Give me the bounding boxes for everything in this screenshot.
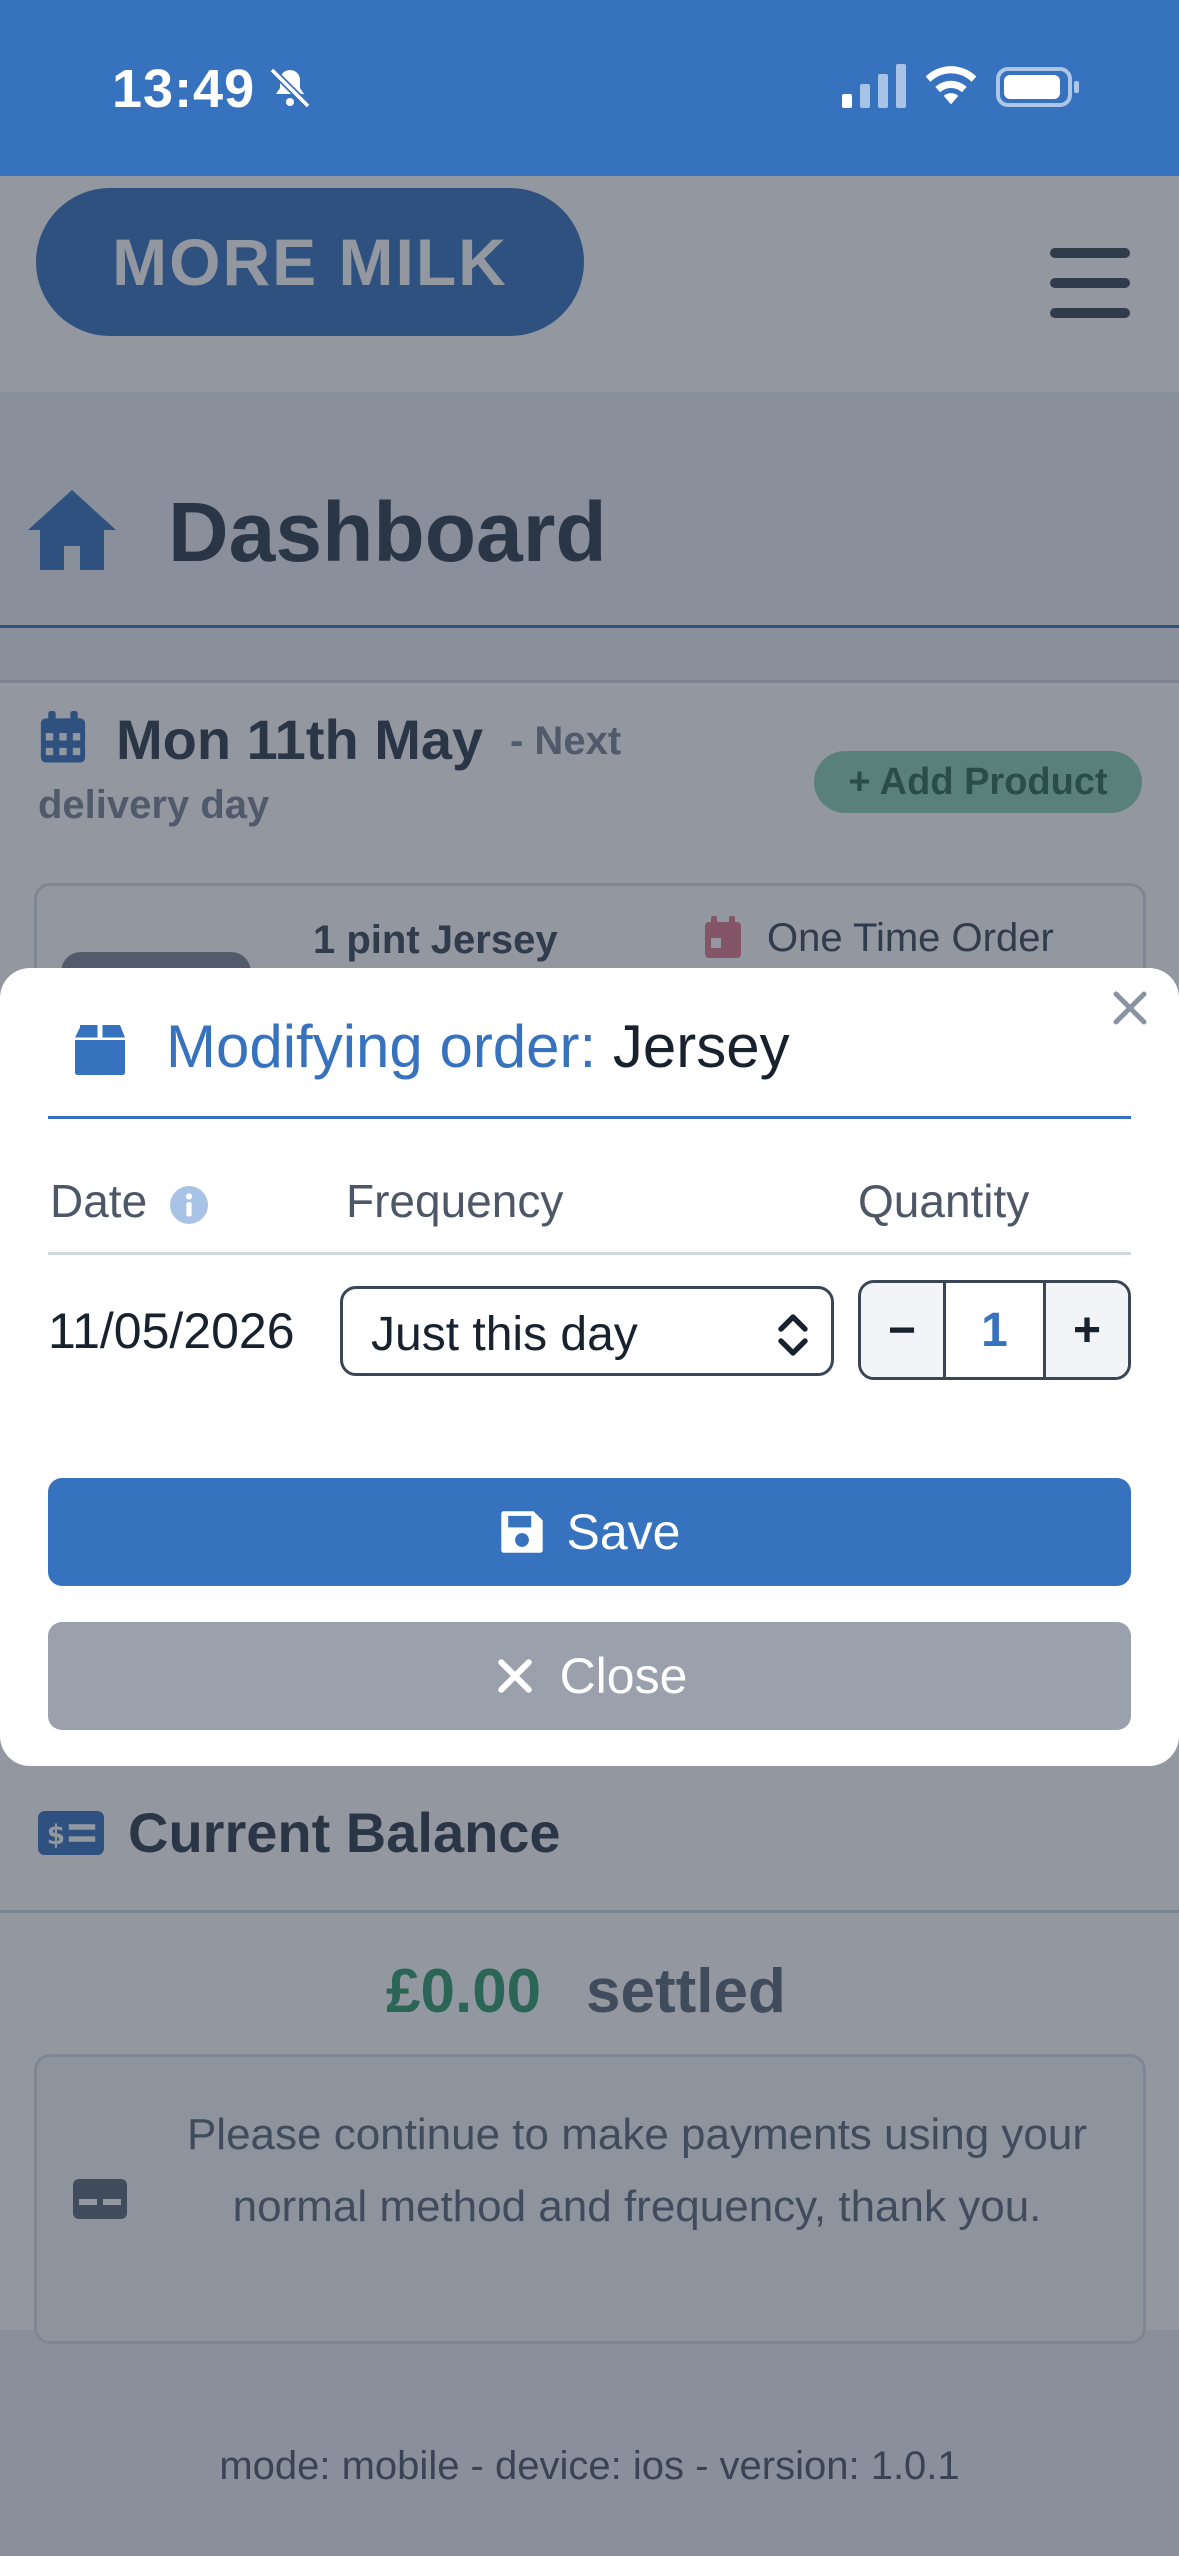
modal-title-label: Modifying order: xyxy=(166,1013,597,1080)
battery-icon xyxy=(996,67,1079,107)
decrement-button[interactable]: − xyxy=(861,1283,943,1377)
increment-button[interactable]: + xyxy=(1046,1283,1128,1377)
box-icon xyxy=(75,1025,125,1075)
status-time: 13:49 xyxy=(112,59,256,119)
divider xyxy=(48,1252,1131,1255)
info-icon[interactable] xyxy=(170,1186,208,1224)
modal-title: Modifying order: Jersey xyxy=(166,1012,790,1081)
bell-slash-icon xyxy=(269,67,311,109)
quantity-stepper: − 1 + xyxy=(858,1280,1131,1380)
quantity-value[interactable]: 1 xyxy=(943,1283,1046,1377)
modify-order-modal: Modifying order: Jersey Date Frequency Q… xyxy=(0,968,1179,1766)
close-icon[interactable] xyxy=(1110,988,1150,1028)
divider xyxy=(48,1116,1131,1119)
close-button[interactable]: Close xyxy=(48,1622,1131,1730)
close-icon xyxy=(497,1659,532,1693)
status-bar: 13:49 xyxy=(0,0,1179,176)
floppy-disk-icon xyxy=(500,1511,543,1553)
close-label: Close xyxy=(559,1648,688,1704)
frequency-header: Frequency xyxy=(346,1175,564,1227)
signal-icon xyxy=(842,64,906,108)
save-label: Save xyxy=(566,1504,681,1560)
wifi-icon xyxy=(925,66,977,105)
save-button[interactable]: Save xyxy=(48,1478,1131,1586)
order-date: 11/05/2026 xyxy=(48,1303,295,1359)
frequency-select[interactable]: Just this day xyxy=(340,1286,834,1376)
chevron-up-down-icon xyxy=(778,1314,808,1356)
modal-title-value: Jersey xyxy=(612,1013,790,1080)
quantity-header: Quantity xyxy=(858,1175,1030,1227)
date-header: Date xyxy=(50,1175,148,1227)
frequency-value: Just this day xyxy=(371,1308,638,1361)
